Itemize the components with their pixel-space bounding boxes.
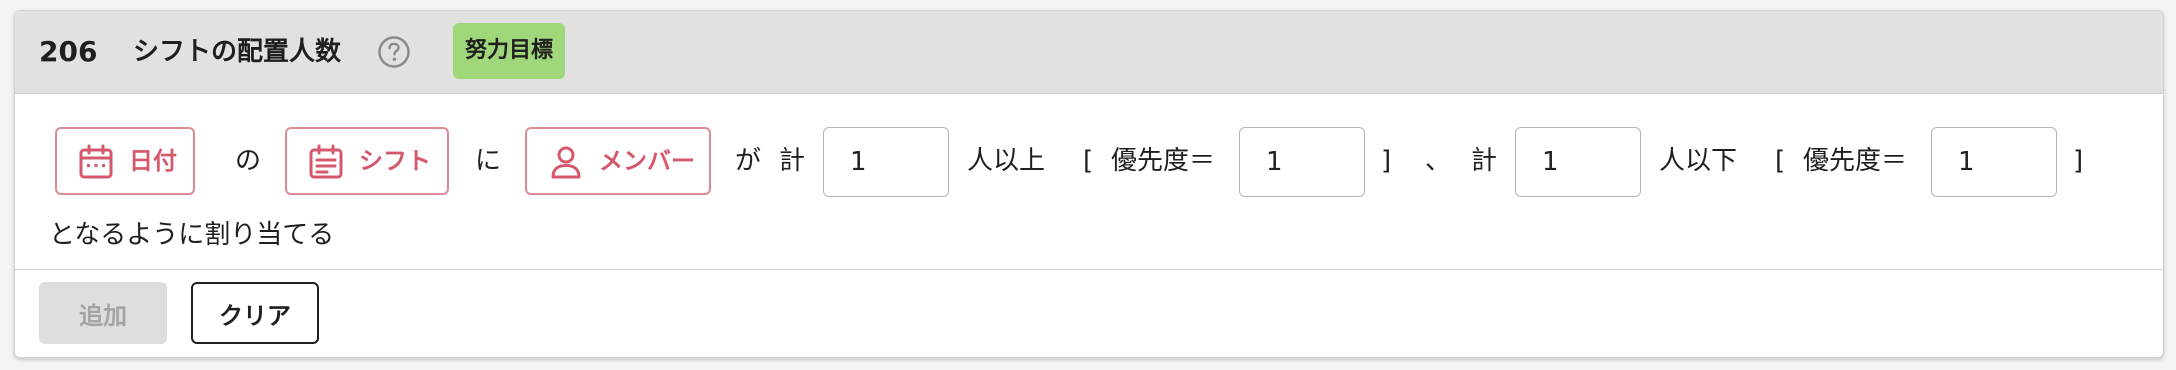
constraint-sentence: 日付 の シフト に メンバー が 計 人以上 [ — [15, 93, 2163, 279]
particle-no: の — [235, 146, 262, 176]
min-count-input[interactable] — [823, 127, 949, 197]
particle-ga: が — [735, 146, 762, 176]
rule-number: 206 — [39, 35, 98, 68]
min-suffix: 人以上 — [967, 146, 1046, 176]
bracket-open-1: [ — [1083, 146, 1094, 176]
priority-label-1: 優先度＝ — [1111, 146, 1216, 176]
total-label-2: 計 — [1471, 146, 1498, 176]
particle-ni: に — [475, 146, 502, 176]
comma: 、 — [1425, 146, 1452, 176]
shift-chip-label: シフト — [359, 147, 431, 175]
sentence-ending: となるように割り当てる — [49, 220, 335, 250]
min-priority-input[interactable] — [1239, 127, 1365, 197]
help-circle-icon[interactable] — [377, 35, 411, 69]
bracket-open-2: [ — [1775, 146, 1786, 176]
member-chip[interactable]: メンバー — [525, 127, 711, 195]
date-chip-label: 日付 — [129, 147, 177, 175]
priority-label-2: 優先度＝ — [1803, 146, 1908, 176]
shift-chip[interactable]: シフト — [285, 127, 449, 195]
bracket-close-2: ] — [2073, 146, 2084, 176]
member-chip-label: メンバー — [599, 147, 695, 175]
add-button[interactable]: 追加 — [39, 282, 167, 344]
clear-button[interactable]: クリア — [191, 282, 319, 344]
goal-type-badge: 努力目標 — [453, 23, 566, 79]
max-suffix: 人以下 — [1659, 146, 1738, 176]
constraint-card: 206 シフトの配置人数 努力目標 日付 の シフト に メンバー が 計 1 … — [14, 10, 2164, 358]
bracket-close-1: ] — [1381, 146, 1392, 176]
person-icon — [551, 146, 581, 179]
card-header: 206 シフトの配置人数 努力目標 — [15, 11, 2163, 94]
calendar-icon — [79, 144, 113, 179]
calendar-list-icon — [309, 144, 343, 179]
max-count-input[interactable] — [1515, 127, 1641, 197]
total-label-1: 計 — [779, 146, 806, 176]
rule-title: シフトの配置人数 — [133, 37, 342, 67]
card-footer: 追加 クリア — [15, 269, 2163, 357]
date-chip[interactable]: 日付 — [55, 127, 195, 195]
max-priority-input[interactable] — [1931, 127, 2057, 197]
